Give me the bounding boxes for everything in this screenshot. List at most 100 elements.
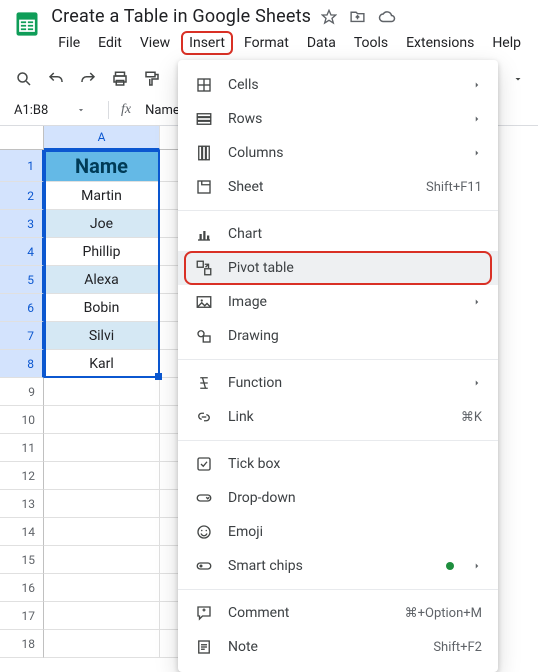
menu-item-label: Emoji — [228, 524, 482, 540]
cell[interactable]: Alexa — [44, 266, 160, 294]
cell[interactable]: Martin — [44, 182, 160, 210]
row-header[interactable]: 7 — [0, 322, 44, 350]
menu-item-label: Comment — [228, 605, 391, 621]
cell[interactable] — [44, 378, 160, 406]
menu-item-label: Note — [228, 639, 419, 655]
row-header[interactable]: 13 — [0, 490, 44, 518]
menu-format[interactable]: Format — [237, 31, 296, 55]
row-header[interactable]: 2 — [0, 182, 44, 210]
insert-menu-dropdown: CellsRowsColumnsSheetShift+F11 Chart Pivot… — [178, 60, 498, 672]
menu-shortcut: ⌘K — [461, 410, 482, 425]
row-header[interactable]: 11 — [0, 434, 44, 462]
drawing-icon — [194, 326, 214, 346]
paint-format-icon[interactable] — [142, 69, 162, 89]
menu-item-label: Smart chips — [228, 558, 432, 574]
fx-icon: fx — [121, 102, 131, 118]
star-icon[interactable] — [321, 8, 337, 26]
cell[interactable] — [44, 546, 160, 574]
cell[interactable]: Phillip — [44, 238, 160, 266]
row-header[interactable]: 18 — [0, 630, 44, 658]
menu-item-sheet[interactable]: SheetShift+F11 — [178, 170, 498, 204]
cell[interactable]: Name — [44, 150, 160, 182]
cell[interactable] — [44, 574, 160, 602]
column-header[interactable]: A — [44, 126, 160, 150]
menu-shortcut: Shift+F11 — [426, 180, 482, 195]
row-header[interactable]: 1 — [0, 150, 44, 182]
doc-title[interactable]: Create a Table in Google Sheets — [51, 6, 311, 27]
cloud-status-icon[interactable] — [378, 8, 396, 26]
cell[interactable]: Bobin — [44, 294, 160, 322]
menu-edit[interactable]: Edit — [91, 31, 129, 55]
row-header[interactable]: 6 — [0, 294, 44, 322]
menubar: FileEditViewInsertFormatDataToolsExtensi… — [51, 31, 528, 55]
menu-item-label: Tick box — [228, 456, 482, 472]
row-header[interactable]: 14 — [0, 518, 44, 546]
row-header[interactable]: 8 — [0, 350, 44, 378]
menu-extensions[interactable]: Extensions — [399, 31, 481, 55]
cell[interactable] — [44, 518, 160, 546]
menu-item-columns[interactable]: Columns — [178, 136, 498, 170]
redo-icon[interactable] — [78, 69, 98, 89]
menu-item-image[interactable]: Image — [178, 285, 498, 319]
cell[interactable]: Silvi — [44, 322, 160, 350]
submenu-arrow-icon — [472, 80, 482, 90]
row-header[interactable]: 12 — [0, 462, 44, 490]
emoji-icon — [194, 522, 214, 542]
menu-item-emoji[interactable]: Emoji — [178, 515, 498, 549]
row-header[interactable]: 3 — [0, 210, 44, 238]
chart-icon — [194, 224, 214, 244]
cell[interactable] — [44, 406, 160, 434]
menu-item-pivot-table[interactable]: Pivot table — [178, 251, 498, 285]
cell[interactable]: Karl — [44, 350, 160, 378]
row-header[interactable]: 9 — [0, 378, 44, 406]
name-box[interactable]: A1:B8 — [14, 103, 70, 118]
menu-view[interactable]: View — [133, 31, 177, 55]
menu-item-label: Function — [228, 375, 458, 391]
undo-icon[interactable] — [46, 69, 66, 89]
cell[interactable] — [44, 490, 160, 518]
cell[interactable] — [44, 434, 160, 462]
cell[interactable] — [44, 602, 160, 630]
menu-item-function[interactable]: Function — [178, 366, 498, 400]
header: Create a Table in Google Sheets FileEdit… — [0, 0, 538, 55]
comment-icon — [194, 603, 214, 623]
row-header[interactable]: 5 — [0, 266, 44, 294]
menu-item-comment[interactable]: Comment⌘+Option+M — [178, 596, 498, 630]
menu-data[interactable]: Data — [300, 31, 343, 55]
name-box-caret-icon[interactable] — [76, 105, 86, 115]
cell[interactable] — [44, 462, 160, 490]
submenu-arrow-icon — [472, 114, 482, 124]
menu-item-tick-box[interactable]: Tick box — [178, 447, 498, 481]
row-header[interactable]: 17 — [0, 602, 44, 630]
menu-item-cells[interactable]: Cells — [178, 68, 498, 102]
sheets-logo — [10, 6, 43, 42]
toolbar-more-caret-icon[interactable] — [512, 73, 524, 85]
menu-item-label: Chart — [228, 226, 482, 242]
print-icon[interactable] — [110, 69, 130, 89]
row-header[interactable]: 15 — [0, 546, 44, 574]
select-all-corner[interactable] — [0, 126, 44, 150]
function-icon — [194, 373, 214, 393]
menu-tools[interactable]: Tools — [347, 31, 395, 55]
cell[interactable] — [44, 630, 160, 658]
menu-item-note[interactable]: NoteShift+F2 — [178, 630, 498, 664]
new-feature-dot-icon — [446, 562, 454, 570]
menu-item-rows[interactable]: Rows — [178, 102, 498, 136]
menu-item-label: Image — [228, 294, 458, 310]
row-header[interactable]: 4 — [0, 238, 44, 266]
menu-item-smart-chips[interactable]: Smart chips — [178, 549, 498, 583]
menu-item-drawing[interactable]: Drawing — [178, 319, 498, 353]
menu-file[interactable]: File — [51, 31, 87, 55]
submenu-arrow-icon — [472, 297, 482, 307]
menu-item-link[interactable]: Link⌘K — [178, 400, 498, 434]
row-header[interactable]: 10 — [0, 406, 44, 434]
search-icon[interactable] — [14, 69, 34, 89]
move-icon[interactable] — [349, 8, 366, 26]
menu-insert[interactable]: Insert — [181, 31, 233, 55]
menu-item-drop-down[interactable]: Drop-down — [178, 481, 498, 515]
menu-help[interactable]: Help — [485, 31, 528, 55]
formula-text[interactable]: Name — [145, 103, 180, 118]
menu-item-chart[interactable]: Chart — [178, 217, 498, 251]
cell[interactable]: Joe — [44, 210, 160, 238]
row-header[interactable]: 16 — [0, 574, 44, 602]
